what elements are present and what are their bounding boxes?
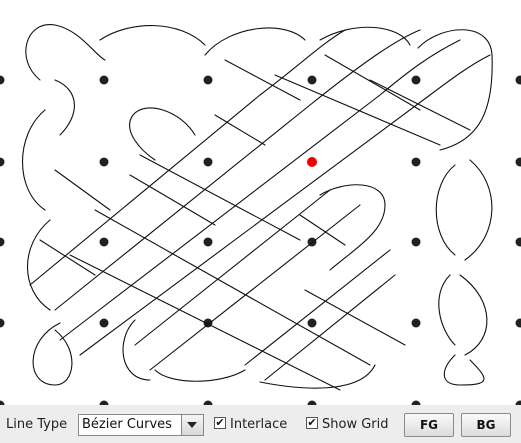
knot-strand [435,164,456,256]
grid-dot[interactable] [99,75,109,85]
grid-dot[interactable] [99,318,109,328]
selected-grid-point[interactable] [307,157,317,167]
knot-strand [259,364,376,389]
knot-strand [54,169,111,211]
knot-strand [443,354,485,386]
knot-strand [369,79,471,131]
knot-strand [204,27,306,56]
knot-strand [54,79,75,136]
knot-strand [319,184,386,271]
knot-lines [21,24,493,391]
grid-dot[interactable] [515,318,521,328]
line-type-value: Bézier Curves [82,417,172,432]
knot-strand [79,54,491,356]
knot-strand [21,109,46,211]
knot-strand [54,29,421,311]
line-type-label: Line Type [6,417,68,432]
grid-dot[interactable] [411,75,421,85]
knot-strand [459,274,488,356]
knot-strand [59,39,461,341]
knot-strand [214,114,266,146]
knot-strand [224,59,301,101]
grid-dot[interactable] [99,237,109,247]
grid-dot[interactable] [203,157,213,167]
grid-dot[interactable] [99,157,109,167]
knot-strand [99,25,206,46]
chevron-down-icon[interactable] [181,415,203,435]
interlace-checkbox[interactable]: ✔ [214,417,226,429]
show-grid-label: Show Grid [322,417,389,432]
knot-strand [417,29,493,151]
knot-strand [464,159,493,261]
knot-strand [438,274,456,346]
knot-strand [149,204,361,371]
knot-strand [129,174,216,226]
grid-dot[interactable] [0,318,5,328]
knot-strand [94,209,371,366]
knot-canvas[interactable] [0,0,521,405]
grid-dot[interactable] [0,157,5,167]
knot-strand [32,322,73,386]
grid-dot[interactable] [0,75,5,85]
line-type-select[interactable]: Bézier Curves [78,414,204,436]
knot-strand [25,24,106,81]
grid-dot[interactable] [203,237,213,247]
grid-dot[interactable] [411,318,421,328]
grid-dot[interactable] [515,237,521,247]
knot-strand [274,74,441,146]
show-grid-checkbox[interactable]: ✔ [306,417,318,429]
knot-strand [244,249,391,366]
knot-strand [129,107,196,161]
grid-dot[interactable] [0,237,5,247]
knot-strand [122,319,151,381]
grid-dot[interactable] [203,75,213,85]
knot-strand [299,214,346,246]
knot-strand [139,154,301,241]
fg-button[interactable]: FG [404,413,454,437]
grid-dot[interactable] [307,75,317,85]
grid-dot[interactable] [515,157,521,167]
grid-dot[interactable] [411,157,421,167]
knot-strand [154,369,246,382]
grid-dot[interactable] [307,318,317,328]
grid-dot[interactable] [411,237,421,247]
grid-dot[interactable] [515,75,521,85]
knot-strand [264,274,396,381]
interlace-label: Interlace [230,417,288,432]
bg-button[interactable]: BG [461,413,511,437]
knot-strand [69,254,341,391]
knot-strand [134,189,331,346]
knot-strand [27,219,51,311]
toolbar: Line Type Bézier Curves ✔ Interlace ✔ Sh… [0,405,521,443]
